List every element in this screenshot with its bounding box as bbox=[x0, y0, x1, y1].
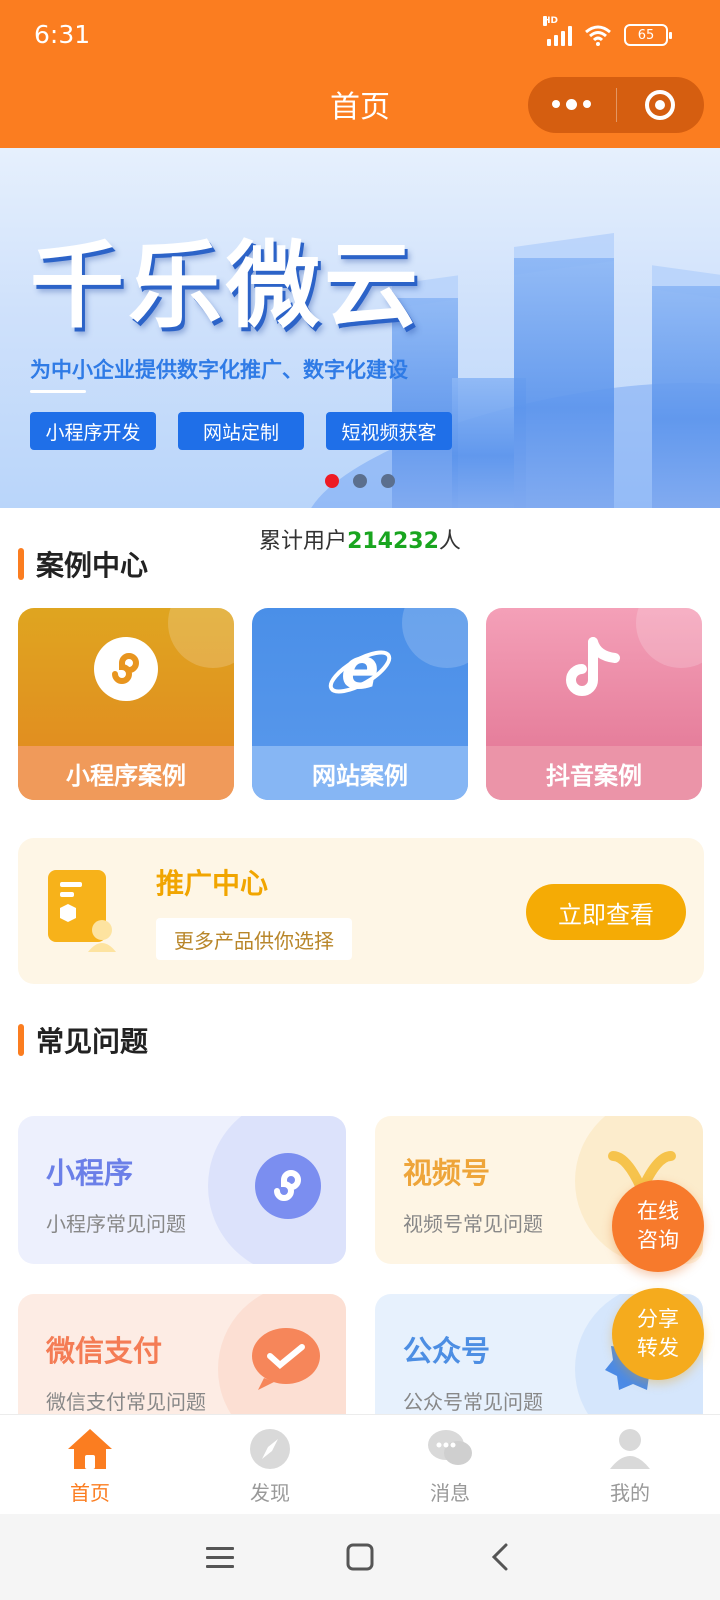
wifi-icon bbox=[585, 25, 611, 46]
back-button[interactable] bbox=[470, 1527, 530, 1587]
float-label: 转发 bbox=[637, 1336, 679, 1360]
share-button[interactable]: 分享 转发 bbox=[612, 1288, 704, 1380]
menu-button[interactable] bbox=[190, 1527, 250, 1587]
wechat-pay-icon bbox=[252, 1328, 320, 1390]
section-title-text: 案例中心 bbox=[36, 549, 149, 582]
back-icon bbox=[491, 1543, 508, 1571]
tab-profile[interactable]: 我的 bbox=[540, 1415, 720, 1514]
close-mini-program-button[interactable] bbox=[617, 77, 705, 133]
faq-section-title: 常见问题 bbox=[18, 1020, 148, 1060]
faq-title: 视频号 bbox=[403, 1156, 491, 1190]
promotion-doc-icon bbox=[48, 870, 116, 952]
status-icons: HD 65 bbox=[543, 16, 672, 50]
tab-label: 我的 bbox=[610, 1481, 650, 1505]
carousel-indicators bbox=[0, 474, 720, 488]
banner-tag: 网站定制 bbox=[178, 412, 304, 450]
tab-home[interactable]: 首页 bbox=[0, 1415, 180, 1514]
more-button[interactable] bbox=[528, 77, 616, 133]
carousel-dot-active[interactable] bbox=[325, 474, 339, 488]
promo-title: 推广中心 bbox=[156, 867, 269, 900]
faq-card-mini-program[interactable]: 小程序 小程序常见问题 bbox=[18, 1116, 346, 1264]
case-card-label: 小程序案例 bbox=[18, 746, 234, 800]
view-now-button[interactable]: 立即查看 bbox=[526, 884, 686, 940]
user-count-prefix: 累计用户 bbox=[259, 529, 348, 554]
banner-title: 千乐微云 bbox=[30, 232, 423, 341]
case-card-website[interactable]: e 网站案例 bbox=[252, 608, 468, 800]
compass-icon bbox=[250, 1429, 290, 1469]
case-card-douyin[interactable]: 抖音案例 bbox=[486, 608, 702, 800]
tab-label: 发现 bbox=[250, 1481, 290, 1505]
banner-pillar bbox=[514, 258, 614, 508]
banner-carousel[interactable]: 千乐微云 为中小企业提供数字化推广、数字化建设 小程序开发 网站定制 短视频获客 bbox=[0, 148, 720, 508]
online-consult-button[interactable]: 在线 咨询 bbox=[612, 1180, 704, 1272]
carousel-dot[interactable] bbox=[381, 474, 395, 488]
section-accent-bar bbox=[18, 1024, 24, 1056]
faq-title: 小程序 bbox=[46, 1156, 134, 1190]
section-title-text: 常见问题 bbox=[36, 1025, 149, 1058]
menu-icon bbox=[206, 1547, 234, 1568]
carousel-dot[interactable] bbox=[353, 474, 367, 488]
promo-subtitle: 更多产品供你选择 bbox=[156, 918, 352, 960]
home-icon bbox=[68, 1429, 112, 1469]
tab-discover[interactable]: 发现 bbox=[180, 1415, 360, 1514]
case-card-label: 抖音案例 bbox=[486, 746, 702, 800]
faq-subtitle: 小程序常见问题 bbox=[46, 1212, 186, 1236]
case-section-title: 案例中心 bbox=[18, 544, 148, 584]
home-nav-button[interactable] bbox=[330, 1527, 390, 1587]
signal-icon: HD bbox=[543, 16, 572, 46]
mini-program-icon bbox=[94, 637, 158, 701]
target-icon bbox=[645, 90, 676, 120]
bottom-tab-bar: 首页 发现 消息 我的 bbox=[0, 1414, 720, 1514]
battery-level: 65 bbox=[637, 27, 655, 43]
banner-tags: 小程序开发 网站定制 短视频获客 bbox=[30, 412, 452, 450]
case-card-mini-program[interactable]: 小程序案例 bbox=[18, 608, 234, 800]
mini-program-capsule bbox=[528, 77, 704, 133]
user-count-suffix: 人 bbox=[438, 529, 461, 554]
banner-underline bbox=[30, 390, 86, 393]
banner-subtitle: 为中小企业提供数字化推广、数字化建设 bbox=[30, 358, 408, 382]
banner-tag: 短视频获客 bbox=[326, 412, 452, 450]
system-navigation-bar bbox=[0, 1514, 720, 1600]
more-dots-icon bbox=[552, 99, 592, 110]
user-count-number: 214232 bbox=[347, 529, 439, 554]
case-card-label: 网站案例 bbox=[252, 746, 468, 800]
faq-subtitle: 微信支付常见问题 bbox=[46, 1390, 206, 1414]
svg-text:e: e bbox=[341, 637, 379, 702]
douyin-icon bbox=[566, 637, 620, 696]
square-home-icon bbox=[346, 1543, 374, 1571]
float-label: 在线 bbox=[637, 1198, 679, 1223]
float-label: 分享 bbox=[637, 1306, 679, 1331]
tab-label: 首页 bbox=[70, 1481, 110, 1505]
tab-messages[interactable]: 消息 bbox=[360, 1415, 540, 1514]
faq-subtitle: 视频号常见问题 bbox=[403, 1212, 543, 1236]
float-label: 咨询 bbox=[637, 1228, 679, 1252]
battery-icon: 65 bbox=[624, 24, 672, 46]
banner-tag: 小程序开发 bbox=[30, 412, 156, 450]
tab-label: 消息 bbox=[430, 1481, 470, 1505]
section-accent-bar bbox=[18, 548, 24, 580]
mini-program-icon bbox=[255, 1153, 321, 1219]
faq-title: 公众号 bbox=[403, 1334, 491, 1368]
ie-icon: e bbox=[328, 637, 392, 702]
top-bar: 6:31 HD 65 首页 bbox=[0, 0, 720, 148]
network-type: HD bbox=[543, 16, 559, 26]
chat-icon bbox=[428, 1430, 472, 1465]
promotion-center-card[interactable]: 推广中心 更多产品供你选择 立即查看 bbox=[18, 838, 704, 984]
faq-subtitle: 公众号常见问题 bbox=[403, 1390, 543, 1414]
faq-title: 微信支付 bbox=[46, 1334, 163, 1368]
status-time: 6:31 bbox=[34, 20, 91, 49]
user-icon bbox=[610, 1429, 650, 1469]
